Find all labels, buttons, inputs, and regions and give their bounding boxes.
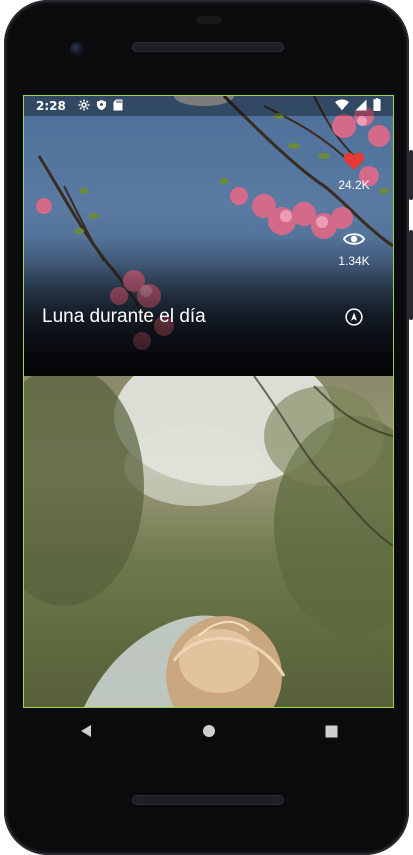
bottom-speaker bbox=[132, 795, 284, 805]
view-count: 1.34K bbox=[338, 254, 370, 268]
proximity-sensor bbox=[196, 16, 222, 24]
navigation-icon[interactable] bbox=[345, 308, 363, 326]
forest-photo bbox=[24, 376, 393, 707]
home-button[interactable] bbox=[189, 711, 229, 751]
status-time: 2:28 bbox=[36, 99, 66, 113]
signal-icon bbox=[355, 99, 367, 114]
settings-icon bbox=[78, 99, 90, 114]
home-icon bbox=[202, 725, 215, 737]
views-action[interactable]: 1.34K bbox=[329, 231, 379, 268]
power-button bbox=[409, 150, 413, 200]
back-button[interactable] bbox=[66, 711, 106, 751]
back-icon bbox=[80, 725, 91, 737]
volume-button bbox=[409, 230, 413, 320]
photo-card[interactable] bbox=[24, 376, 393, 707]
shield-icon bbox=[96, 99, 107, 114]
recents-icon bbox=[325, 725, 338, 737]
wifi-icon bbox=[335, 98, 349, 114]
card-title: Luna durante el día bbox=[42, 306, 206, 327]
app-screen: 2:28 24.2K 1.34K Luna durante el día bbox=[23, 95, 394, 708]
front-camera bbox=[70, 42, 84, 56]
photo-card[interactable]: 24.2K 1.34K Luna durante el día bbox=[24, 96, 393, 376]
eye-icon bbox=[342, 233, 366, 245]
status-bar: 2:28 bbox=[24, 96, 393, 116]
like-count: 24.2K bbox=[338, 178, 370, 192]
sd-card-icon bbox=[113, 99, 123, 114]
system-nav-bar bbox=[24, 707, 393, 755]
like-action[interactable]: 24.2K bbox=[329, 151, 379, 192]
heart-icon bbox=[343, 152, 365, 171]
recents-button[interactable] bbox=[312, 711, 352, 751]
battery-icon bbox=[373, 98, 381, 114]
earpiece-speaker bbox=[132, 42, 284, 52]
